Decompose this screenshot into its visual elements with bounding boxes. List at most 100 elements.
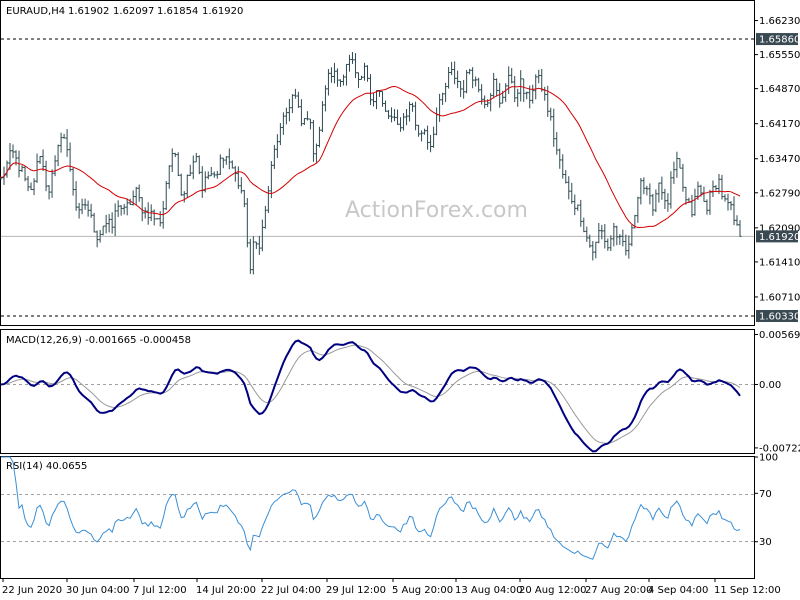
price-bar [399,117,403,132]
price-bar [305,111,309,121]
price-bar [549,107,553,121]
price-bar [459,80,463,97]
price-bar [86,200,90,217]
price-bar [510,67,514,84]
price-bar [236,166,240,189]
price-bar [729,201,733,211]
price-bar [720,174,724,200]
price-bar [89,203,93,218]
price-bar [375,89,379,110]
price-bar [708,189,712,215]
forex-chart: ActionForex.com EURAUD,H4 1.61902 1.6209… [0,0,800,596]
price-bar [167,165,171,189]
price-bar [684,186,688,205]
price-bar [624,234,628,256]
price-bar [251,236,255,275]
price-bar [579,199,583,227]
price-bar [561,154,565,179]
price-bar [471,67,475,89]
price-bar [453,61,457,85]
price-bar [359,75,363,80]
price-bar [68,142,72,172]
price-bar [275,134,279,159]
price-bar [618,234,622,245]
price-bar [218,154,222,176]
time-tick-label: 29 Jul 12:00 [326,585,386,596]
price-tick-label: 1.64170 [759,119,800,130]
price-bar [600,224,604,240]
price-bar [311,119,315,162]
price-bar [302,118,306,125]
price-bar [197,155,201,175]
rsi-panel-frame [0,456,755,579]
price-bar [615,225,619,246]
price-bar [125,198,129,216]
rsi-axis: 100 70 30 [754,453,778,548]
price-bar [329,67,333,83]
price-tick-label: 1.61410 [759,257,800,268]
price-bar [495,78,499,97]
price-bar [462,79,466,99]
price-bar [215,170,219,179]
price-bar [522,78,526,102]
price-bar [435,107,439,136]
price-bar [65,129,69,157]
rsi-label: RSI(14) 40.0655 [6,461,87,472]
price-bar [582,217,586,233]
price-bar [402,113,406,131]
high-value: 1.62097 [113,6,154,17]
price-bar [597,223,601,244]
price-bar [188,164,192,176]
price-bar [525,91,529,100]
price-bar [627,235,631,259]
price-bar [732,196,736,226]
price-bar [74,181,78,211]
price-bar [137,184,141,202]
price-bar [507,66,511,94]
time-tick-label: 13 Aug 04:00 [455,585,522,596]
price-bar [414,101,418,131]
level-tag-label: 1.65860 [759,35,800,46]
price-bar [405,108,409,126]
price-bar [116,200,120,217]
price-bar [429,134,433,153]
price-bar [408,101,412,122]
price-bar [423,128,427,135]
price-bar [191,155,195,180]
price-bar [438,93,442,122]
price-bar [326,69,330,96]
macd-panel-frame [0,329,755,454]
price-bar [396,109,400,125]
price-bar [657,182,661,203]
time-tick-label: 20 Aug 12:00 [519,585,586,596]
watermark: ActionForex.com [345,198,528,223]
price-bar [53,155,57,177]
price-bar [714,185,718,191]
price-bar [35,153,39,183]
price-bar [59,132,63,153]
price-bar [317,126,321,148]
macd-tick-label: 0.00569 [759,330,800,341]
time-tick-label: 27 Aug 20:00 [585,585,652,596]
price-bar [41,149,45,171]
price-bar [693,188,697,216]
price-bar [11,144,15,159]
price-bar [350,52,354,64]
price-bar [23,166,27,182]
price-bar [639,178,643,205]
price-bar [29,182,33,191]
price-bar [308,118,312,130]
price-bar [381,91,385,107]
price-bar [38,156,42,164]
price-bar [50,169,54,198]
price-bar [260,219,264,252]
price-bar [341,74,345,86]
price-bar [558,148,562,169]
price-bar [293,88,297,99]
price-bar [95,230,99,248]
price-bar [362,62,366,81]
price-bar [573,194,577,216]
price-bar [44,160,48,192]
price-bar [609,235,613,252]
price-bar [179,173,183,196]
